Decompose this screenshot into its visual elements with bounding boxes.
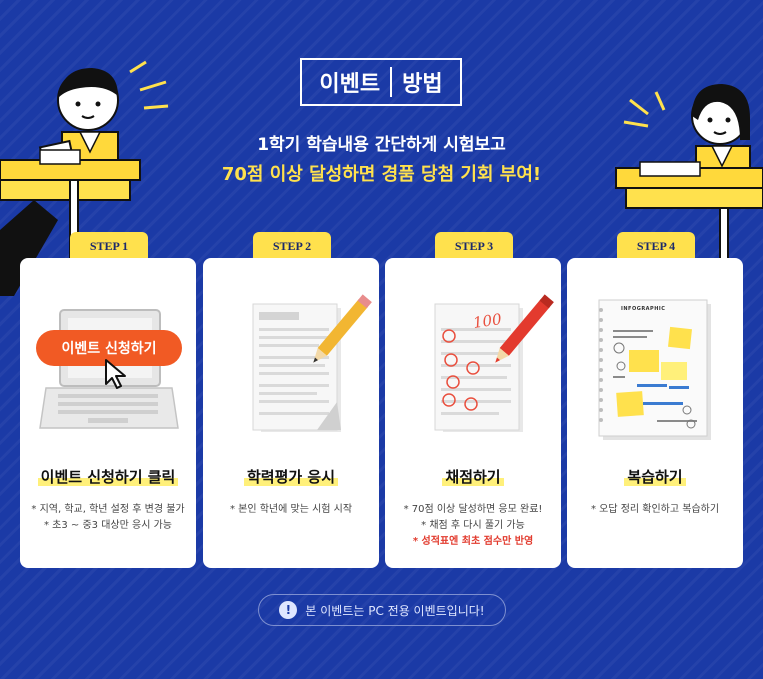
score-note: * 성적표엔 최초 점수만 반영 [412, 536, 534, 547]
step-3-card: 100 채점하기 * 70점 이상 달성하면 응모 완료! * 채점 후 다시 … [385, 258, 561, 568]
event-method-title: 이벤트 방법 [300, 58, 462, 106]
headline-line-1: 1학기 학습내용 간단하게 시험보고 [257, 135, 506, 155]
step-2-description: * 본인 학년에 맞는 시험 시작 [229, 504, 353, 515]
step-1-tab: STEP 1 [70, 232, 148, 260]
step-2-tab: STEP 2 [253, 232, 331, 260]
event-apply-button-label: 이벤트 신청하기 [61, 341, 157, 357]
step-2-title: 학력평가 응시 [203, 466, 379, 487]
headline-line-2: 70점 이상 달성하면 경품 당첨 기회 부여! [221, 164, 542, 185]
step-1-description: * 지역, 학교, 학년 설정 후 변경 불가 * 초3 ~ 중3 대상만 응시… [31, 504, 185, 531]
step-4-card: INFOGRAPHIC 복습하기 * 오답 정리 확인하고 복습하기 [567, 258, 743, 568]
title-method-label: 방법 [402, 72, 443, 97]
step-2-card: 학력평가 응시 * 본인 학년에 맞는 시험 시작 [203, 258, 379, 568]
title-divider [390, 67, 393, 97]
step-4-title: 복습하기 [567, 466, 743, 487]
step-3-description: * 70점 이상 달성하면 응모 완료! * 채점 후 다시 풀기 가능 * 성… [391, 502, 555, 550]
event-page: 이벤트 방법 1학기 학습내용 간단하게 시험보고 70점 이상 달성하면 경품… [0, 0, 763, 679]
step-4-tab: STEP 4 [617, 232, 695, 260]
title-event-label: 이벤트 [319, 72, 381, 97]
step-1-title: 이벤트 신청하기 클릭 [20, 466, 196, 487]
pc-only-notice: ! 본 이벤트는 PC 전용 이벤트입니다! [258, 594, 506, 626]
step-4-description: * 오답 정리 확인하고 복습하기 [590, 504, 720, 515]
infographic-label: INFOGRAPHIC [621, 306, 666, 312]
infographic-notebook-icon [598, 299, 711, 440]
test-paper-pencil-icon [252, 294, 372, 432]
mouse-cursor-icon [105, 359, 126, 389]
pc-only-notice-text: 본 이벤트는 PC 전용 이벤트입니다! [305, 603, 485, 618]
exclamation-icon: ! [279, 601, 298, 619]
step-3-tab: STEP 3 [435, 232, 513, 260]
step-3-title: 채점하기 [385, 466, 561, 487]
step-1-card: 이벤트 신청하기 이벤트 신청하기 클릭 * 지역, 학교, 학년 설정 후 변… [20, 258, 196, 568]
